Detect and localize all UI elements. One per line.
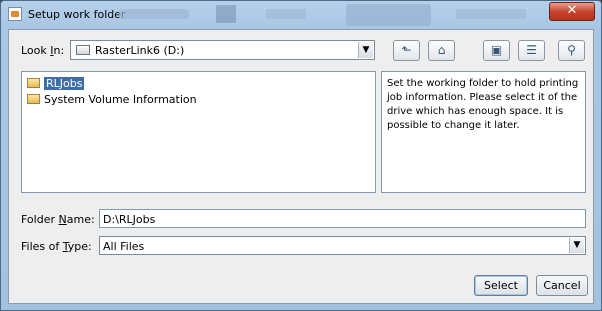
folder-name-label: Folder Name:: [21, 213, 95, 226]
list-item[interactable]: System Volume Information: [27, 93, 197, 107]
home-button[interactable]: ⌂: [428, 40, 455, 61]
background-blur: [266, 9, 306, 19]
details-view-icon: ⚲: [567, 43, 576, 57]
new-folder-icon: ▣: [490, 43, 503, 57]
cancel-button[interactable]: Cancel: [536, 275, 588, 296]
folder-icon: [27, 94, 40, 104]
drive-icon: [76, 45, 90, 55]
dialog-content: Look In: RasterLink6 (D:) ▼ ⬑ ⌂ ▣ ☰ ⚲ RL…: [8, 29, 594, 304]
chevron-down-icon[interactable]: ▼: [569, 238, 584, 253]
look-in-label: Look In:: [21, 44, 65, 57]
background-blur: [119, 9, 189, 19]
list-item-label: RLJobs: [44, 77, 85, 90]
up-one-level-icon: ⬑: [401, 43, 412, 57]
files-of-type-value: All Files: [103, 240, 145, 253]
list-item-label: System Volume Information: [44, 93, 197, 106]
look-in-value: RasterLink6 (D:): [95, 44, 185, 57]
close-button[interactable]: ✕: [549, 2, 595, 21]
background-blur: [456, 9, 526, 19]
folder-name-input[interactable]: D:\RLJobs: [99, 209, 586, 228]
files-of-type-label: Files of Type:: [21, 240, 92, 253]
dialog-window: Setup work folder ✕ Look In: RasterLink6…: [0, 0, 602, 311]
folder-name-value: D:\RLJobs: [103, 213, 156, 226]
list-view-icon: ☰: [526, 43, 537, 57]
title-bar[interactable]: Setup work folder ✕: [1, 1, 601, 29]
background-blur: [346, 4, 431, 26]
window-title: Setup work folder: [28, 8, 126, 21]
app-icon: [8, 7, 22, 21]
file-list[interactable]: RLJobs System Volume Information: [21, 71, 376, 193]
look-in-combo[interactable]: RasterLink6 (D:) ▼: [70, 40, 375, 60]
home-icon: ⌂: [437, 43, 446, 57]
list-item[interactable]: RLJobs: [27, 77, 85, 91]
chevron-down-icon[interactable]: ▼: [358, 42, 373, 58]
description-panel: Set the working folder to hold printing …: [381, 71, 586, 193]
list-view-button[interactable]: ☰: [518, 40, 545, 61]
details-view-button[interactable]: ⚲: [558, 40, 585, 61]
up-one-level-button[interactable]: ⬑: [393, 40, 420, 61]
files-of-type-combo[interactable]: All Files ▼: [99, 236, 586, 255]
folder-icon: [27, 78, 40, 88]
background-blur: [216, 5, 236, 23]
select-button[interactable]: Select: [474, 275, 528, 296]
new-folder-button[interactable]: ▣: [483, 40, 510, 61]
